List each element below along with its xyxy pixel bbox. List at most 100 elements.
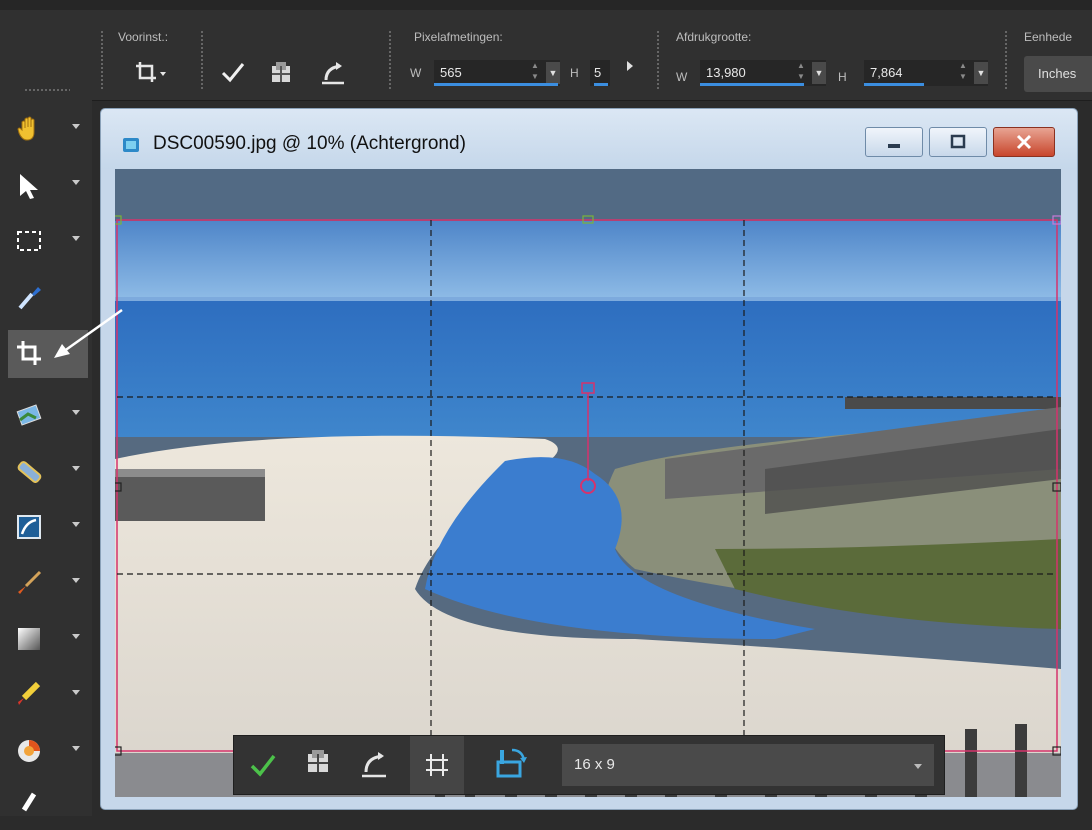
field-underline — [700, 83, 804, 86]
print-width-field[interactable]: 13,980 ▲ ▼ ▼ — [700, 60, 826, 86]
print-width-value: 13,980 — [706, 65, 746, 80]
field-underline — [864, 83, 924, 86]
print-width-label: W — [676, 70, 688, 84]
paint-brush-tool[interactable] — [8, 560, 88, 608]
makeover-tool-icon — [17, 461, 42, 483]
units-label: Eenhede — [1024, 30, 1073, 44]
chevron-down-icon[interactable] — [72, 124, 80, 129]
minimize-icon — [888, 144, 900, 148]
palette-grip[interactable] — [24, 88, 70, 92]
toolbar-top-strip — [0, 0, 1092, 10]
selection-tool[interactable] — [8, 218, 88, 266]
grid-toggle-button[interactable] — [410, 736, 464, 794]
crop-new-image-icon — [308, 750, 328, 772]
print-height-value: 7,864 — [870, 65, 903, 80]
pixel-height-label: H — [570, 66, 579, 80]
pixel-height-value: 5 — [594, 65, 602, 80]
chevron-down-icon[interactable] — [72, 746, 80, 751]
toolbar-grip[interactable] — [1004, 30, 1008, 90]
toolbar-more-button[interactable] — [622, 56, 638, 76]
gradient-tool-icon — [18, 628, 40, 650]
picture-tube-tool[interactable] — [8, 728, 88, 776]
crop-presets-button[interactable] — [132, 58, 172, 88]
rotate-crop-icon — [496, 748, 527, 778]
document-icon — [123, 138, 139, 152]
chevron-down-icon[interactable] — [72, 466, 80, 471]
smudge-tool[interactable] — [8, 782, 88, 830]
print-height-label: H — [838, 70, 847, 84]
tools-palette — [0, 88, 92, 816]
maximize-icon — [950, 134, 966, 149]
red-eye-tool[interactable] — [8, 504, 88, 552]
close-icon — [1016, 134, 1032, 150]
minimize-button[interactable] — [865, 127, 923, 157]
dropdown-arrow-icon[interactable]: ▼ — [812, 62, 826, 84]
maximize-button[interactable] — [929, 127, 987, 157]
field-underline — [594, 83, 608, 86]
eraser-tool[interactable] — [8, 672, 88, 720]
pan-tool[interactable] — [8, 106, 88, 154]
beach-photo — [115, 169, 1061, 797]
chevron-down-icon[interactable] — [72, 690, 80, 695]
pick-tool[interactable] — [8, 162, 88, 210]
pick-tool-icon — [20, 174, 38, 199]
apply-crop-button[interactable] — [240, 736, 284, 794]
crop-new-image-icon — [272, 62, 290, 82]
annotation-arrow — [54, 308, 123, 358]
chevron-down-icon[interactable] — [72, 410, 80, 415]
toolbar-grip[interactable] — [656, 30, 660, 90]
reset-crop-button[interactable] — [352, 736, 396, 794]
chevron-down-icon[interactable] — [72, 522, 80, 527]
pixel-width-label: W — [410, 66, 422, 80]
image-canvas[interactable]: 16 x 9 — [115, 169, 1061, 797]
apply-button[interactable] — [218, 58, 248, 88]
undo-arrow-icon — [322, 62, 344, 85]
image-window: DSC00590.jpg @ 10% (Achtergrond) 16 x 9 — [100, 108, 1078, 810]
chevron-down-icon[interactable] — [72, 180, 80, 185]
print-height-field[interactable]: 7,864 ▲ ▼ ▼ — [864, 60, 988, 86]
dropdown-arrow-icon[interactable]: ▼ — [546, 62, 560, 84]
toolbar-grip[interactable] — [388, 30, 392, 90]
window-title: DSC00590.jpg @ 10% (Achtergrond) — [153, 133, 466, 154]
straighten-tool[interactable] — [8, 392, 88, 440]
presets-label: Voorinst.: — [118, 30, 169, 44]
picture-tube-tool-icon — [18, 740, 40, 762]
toolbar-grip[interactable] — [100, 30, 104, 90]
print-size-label: Afdrukgrootte: — [676, 30, 752, 44]
dropdown-arrow-icon[interactable]: ▼ — [974, 62, 988, 84]
straighten-tool-icon — [16, 404, 42, 426]
pixel-width-value: 565 — [440, 65, 462, 80]
paint-brush-tool-icon — [18, 570, 42, 594]
chevron-down-icon[interactable] — [72, 236, 80, 241]
floating-crop-toolbar: 16 x 9 — [233, 735, 945, 795]
close-button[interactable] — [993, 127, 1055, 157]
pixel-height-field[interactable]: 5 — [590, 60, 610, 86]
window-titlebar[interactable]: DSC00590.jpg @ 10% (Achtergrond) — [101, 109, 1077, 169]
reset-crop-button[interactable] — [318, 58, 348, 88]
field-underline — [434, 83, 558, 86]
units-dropdown[interactable]: Inches — [1024, 56, 1092, 92]
eraser-tool-icon — [18, 681, 41, 705]
options-toolbar: Voorinst.: Pixelafmetingen: W 565 ▲▼ ▼ — [0, 0, 1092, 101]
spin-arrows-icon[interactable]: ▲ ▼ — [954, 60, 972, 86]
checkmark-icon — [250, 754, 276, 777]
aspect-ratio-value: 16 x 9 — [574, 756, 615, 773]
chevron-right-icon — [627, 61, 633, 71]
crop-as-new-image-button[interactable] — [296, 736, 340, 794]
crop-icon — [136, 62, 166, 82]
aspect-ratio-dropdown[interactable]: 16 x 9 — [562, 744, 934, 786]
chevron-down-icon[interactable] — [72, 578, 80, 583]
selection-tool-icon — [17, 231, 41, 251]
pixel-width-field[interactable]: 565 ▲ ▼ ▼ — [434, 60, 560, 86]
red-eye-tool-icon — [17, 515, 41, 539]
toolbar-grip[interactable] — [200, 30, 204, 90]
gradient-tool[interactable] — [8, 616, 88, 664]
crop-as-new-image-button[interactable] — [266, 58, 296, 88]
pan-tool-icon — [17, 116, 35, 141]
rotate-crop-button[interactable] — [486, 736, 538, 794]
makeover-tool[interactable] — [8, 448, 88, 496]
undo-arrow-icon — [362, 752, 386, 778]
checkmark-icon — [221, 63, 245, 83]
chevron-down-icon[interactable] — [72, 634, 80, 639]
pixel-dimensions-label: Pixelafmetingen: — [414, 30, 503, 44]
